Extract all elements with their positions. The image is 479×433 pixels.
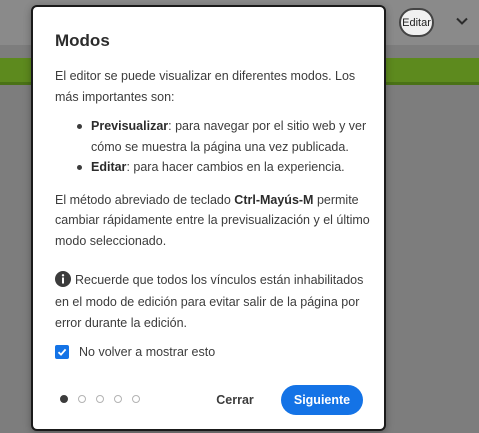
info-icon bbox=[55, 271, 71, 287]
mode-name: Previsualizar bbox=[91, 119, 169, 133]
dialog-title: Modos bbox=[55, 31, 110, 50]
chevron-down-icon[interactable] bbox=[454, 13, 470, 29]
shortcut-keys: Ctrl-Mayús-M bbox=[234, 192, 314, 207]
mode-name: Editar bbox=[91, 160, 127, 174]
dont-show-again-option[interactable]: No volver a mostrar esto bbox=[55, 345, 215, 359]
modes-list: Previsualizar: para navegar por el sitio… bbox=[55, 116, 370, 178]
dont-show-again-checkbox[interactable] bbox=[55, 345, 69, 359]
pagination-dot-4[interactable] bbox=[114, 395, 122, 403]
checkbox-label: No volver a mostrar esto bbox=[79, 345, 216, 359]
note-text: Recuerde que todos los vínculos están in… bbox=[55, 273, 364, 330]
next-button[interactable]: Siguiente bbox=[281, 385, 363, 415]
pagination-dot-1[interactable] bbox=[60, 395, 68, 403]
shortcut-before: El método abreviado de teclado bbox=[55, 192, 235, 207]
pagination-dot-3[interactable] bbox=[96, 395, 104, 403]
pagination-dots bbox=[60, 395, 150, 403]
modes-dialog: Modos El editor se puede visualizar en d… bbox=[31, 5, 386, 431]
shortcut-text: El método abreviado de teclado Ctrl-Mayú… bbox=[55, 190, 370, 252]
dialog-intro: El editor se puede visualizar en diferen… bbox=[55, 69, 356, 104]
dialog-footer: Cerrar Siguiente bbox=[33, 384, 384, 416]
mode-toggle-label: Editar bbox=[402, 16, 431, 29]
dialog-body: El editor se puede visualizar en diferen… bbox=[55, 66, 370, 335]
mode-description: : para hacer cambios en la experiencia. bbox=[126, 160, 345, 174]
pagination-dot-5[interactable] bbox=[132, 395, 140, 403]
list-item: Editar: para hacer cambios en la experie… bbox=[77, 157, 370, 178]
edit-mode-note: Recuerde que todos los vínculos están in… bbox=[55, 270, 370, 335]
close-button[interactable]: Cerrar bbox=[205, 388, 265, 412]
pagination-dot-2[interactable] bbox=[78, 395, 86, 403]
mode-toggle-button[interactable]: Editar bbox=[399, 8, 434, 37]
list-item: Previsualizar: para navegar por el sitio… bbox=[77, 116, 370, 157]
check-icon bbox=[57, 348, 67, 356]
